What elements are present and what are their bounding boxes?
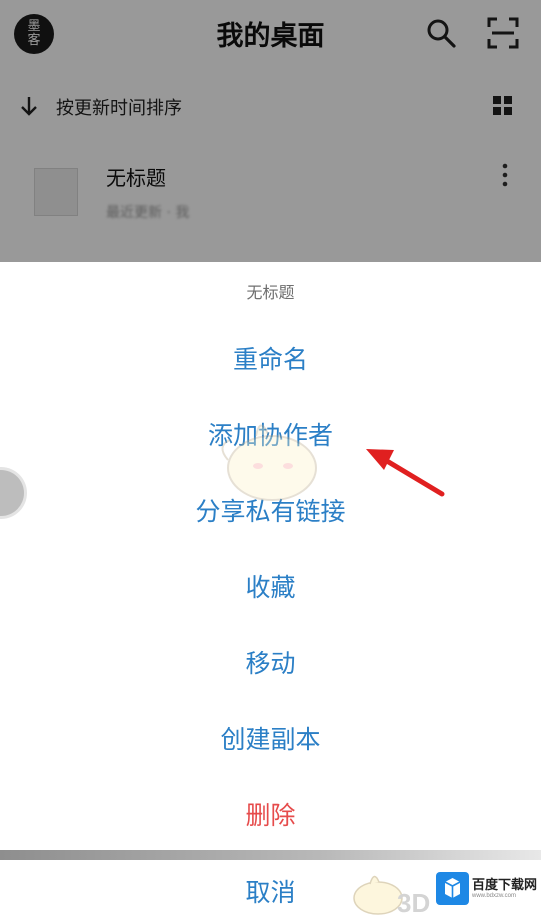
action-sheet: 无标题 重命名 添加协作者 分享私有链接 收藏 移动 创建副本 删除 取消 [0, 262, 541, 922]
watermark-3d-text: 3D [397, 888, 431, 918]
favorite-button[interactable]: 收藏 [0, 548, 541, 625]
watermark-logo-icon [436, 872, 469, 905]
action-sheet-title: 无标题 [0, 262, 541, 321]
annotation-arrow-icon [366, 449, 445, 497]
watermark-site-name: 百度下载网 [472, 877, 538, 892]
move-button[interactable]: 移动 [0, 624, 541, 701]
divider [0, 850, 541, 860]
duplicate-button[interactable]: 创建副本 [0, 700, 541, 777]
rename-button[interactable]: 重命名 [0, 320, 541, 397]
mascot-watermark-icon [221, 424, 317, 501]
watermark-site-url: www.bdxzw.com [472, 893, 517, 899]
dim-overlay[interactable] [0, 0, 541, 262]
delete-button[interactable]: 删除 [0, 776, 541, 852]
